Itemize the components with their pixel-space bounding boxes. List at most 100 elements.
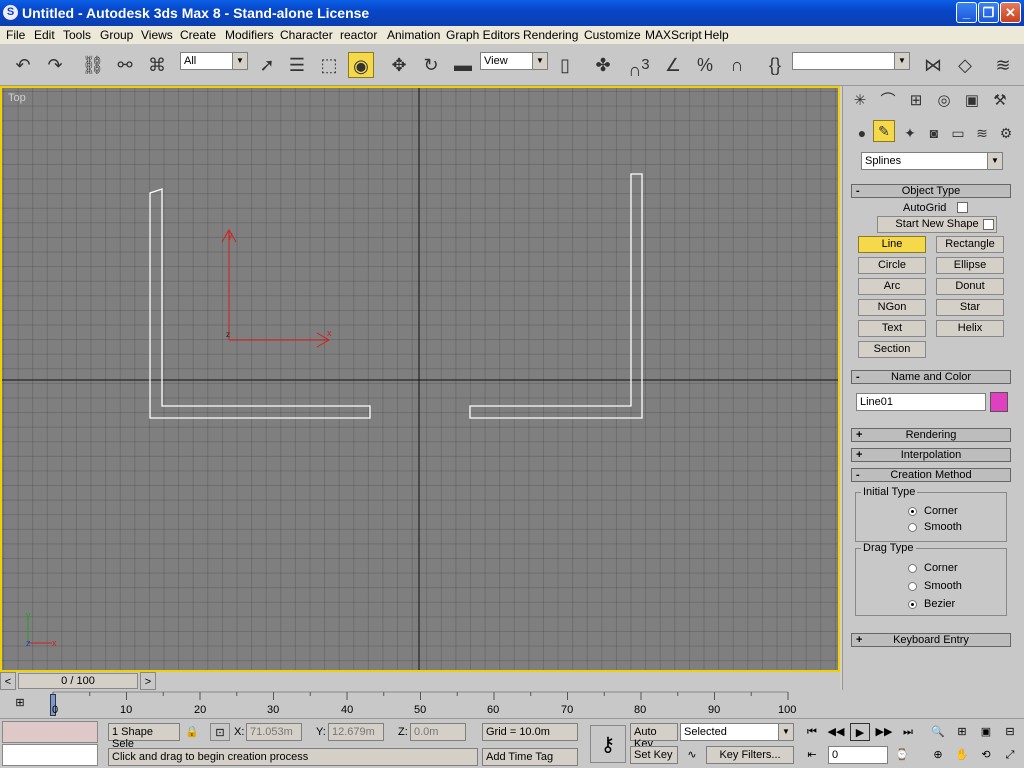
key-filters-button[interactable]: Key Filters... [706, 746, 794, 764]
lock-selection-icon[interactable]: 🔒 [182, 723, 202, 741]
snap-toggle-icon[interactable]: ∩3 [626, 52, 652, 80]
go-to-start-icon[interactable]: ⏮ [802, 723, 822, 741]
helix-button[interactable]: Helix [936, 320, 1004, 337]
create-tab-icon[interactable]: ✳ [847, 88, 873, 114]
hierarchy-tab-icon[interactable]: ⊞ [903, 88, 929, 114]
next-frame-arrow-icon[interactable]: > [140, 672, 156, 690]
autogrid-checkbox[interactable] [957, 202, 968, 213]
menu-help[interactable]: Help [704, 28, 729, 42]
zoom-extents-all-icon[interactable]: ⊟ [1000, 723, 1020, 741]
rectangular-selection-icon[interactable]: ⬚ [316, 52, 342, 78]
key-mode-toggle-icon[interactable]: ⇤ [802, 746, 822, 764]
set-key-button[interactable]: Set Key [630, 746, 678, 764]
systems-icon[interactable]: ⚙ [993, 120, 1019, 146]
time-slider-thumb[interactable]: 0 / 100 [18, 673, 138, 689]
zoom-icon[interactable]: 🔍 [928, 723, 948, 741]
key-mode-dropdown[interactable]: Selected ▼ [680, 723, 794, 741]
percent-snap-icon[interactable]: % [692, 52, 718, 78]
z-coord-field[interactable]: 0.0m [410, 723, 466, 741]
track-bar[interactable]: ⊞ 0 10 20 30 40 50 60 70 80 90 100 [0, 690, 1024, 718]
unlink-icon[interactable]: ⚯ [112, 52, 138, 78]
object-type-rollout[interactable]: - Object Type [851, 184, 1011, 198]
y-coord-field[interactable]: 12.679m [328, 723, 384, 741]
zoom-all-icon[interactable]: ⊞ [952, 723, 972, 741]
drag-bezier-radio[interactable] [908, 600, 917, 609]
bind-space-warp-icon[interactable]: ⌘ [144, 52, 170, 78]
menu-modifiers[interactable]: Modifiers [225, 28, 274, 42]
selection-filter-dropdown[interactable]: All ▼ [180, 52, 248, 70]
text-button[interactable]: Text [858, 320, 926, 337]
category-dropdown[interactable]: Splines ▼ [861, 152, 1003, 170]
window-crossing-icon[interactable]: ◉ [348, 52, 374, 78]
menu-views[interactable]: Views [141, 28, 173, 42]
prev-frame-arrow-icon[interactable]: < [0, 672, 16, 690]
pivot-center-icon[interactable]: ▯ [552, 52, 578, 78]
circle-button[interactable]: Circle [858, 257, 926, 274]
select-and-scale-icon[interactable]: ▬ [450, 52, 476, 78]
top-viewport[interactable]: Top x y z y x z [0, 86, 840, 672]
layer-manager-icon[interactable]: ≋ [990, 52, 1016, 78]
menu-file[interactable]: File [6, 28, 25, 42]
space-warps-icon[interactable]: ≋ [969, 120, 995, 146]
spline-shape-left[interactable] [149, 188, 371, 419]
drag-corner-radio[interactable] [908, 564, 917, 573]
menu-customize[interactable]: Customize [584, 28, 641, 42]
menu-character[interactable]: Character [280, 28, 333, 42]
menu-reactor[interactable]: reactor [340, 28, 377, 42]
named-selection-dropdown[interactable]: ▼ [792, 52, 910, 70]
ngon-button[interactable]: NGon [858, 299, 926, 316]
utilities-tab-icon[interactable]: ⚒ [987, 88, 1013, 114]
ellipse-button[interactable]: Ellipse [936, 257, 1004, 274]
start-new-shape-button[interactable]: Start New Shape [877, 216, 997, 233]
select-and-manipulate-icon[interactable]: ✤ [590, 52, 616, 78]
key-icon[interactable]: ⚷ [590, 725, 626, 763]
menu-graph-editors[interactable]: Graph Editors [446, 28, 520, 42]
shapes-icon[interactable]: ✎ [873, 120, 895, 142]
cameras-icon[interactable]: ◙ [921, 120, 947, 146]
minimize-button[interactable]: _ [956, 2, 977, 23]
line-button[interactable]: Line [858, 236, 926, 253]
next-frame-icon[interactable]: ▶▶ [874, 723, 894, 741]
menu-group[interactable]: Group [100, 28, 133, 42]
drag-smooth-radio[interactable] [908, 582, 917, 591]
go-to-end-icon[interactable]: ⏭ [898, 723, 918, 741]
initial-corner-radio[interactable] [908, 507, 917, 516]
star-button[interactable]: Star [936, 299, 1004, 316]
spinner-snap-icon[interactable]: ∩ [724, 52, 750, 78]
auto-key-button[interactable]: Auto Key [630, 723, 678, 750]
object-name-input[interactable]: Line01 [856, 393, 986, 411]
keyboard-entry-rollout[interactable]: + Keyboard Entry [851, 633, 1011, 647]
arc-rotate-icon[interactable]: ⟲ [976, 746, 996, 764]
maxscript-listener-mini[interactable] [2, 721, 98, 743]
display-tab-icon[interactable]: ▣ [959, 88, 985, 114]
key-tangent-icon[interactable]: ∿ [682, 746, 702, 764]
donut-button[interactable]: Donut [936, 278, 1004, 295]
pan-icon[interactable]: ✋ [952, 746, 972, 764]
motion-tab-icon[interactable]: ◎ [931, 88, 957, 114]
lights-icon[interactable]: ✦ [897, 120, 923, 146]
menu-create[interactable]: Create [180, 28, 216, 42]
menu-maxscript[interactable]: MAXScript [645, 28, 702, 42]
current-frame-field[interactable]: 0 [828, 746, 888, 764]
select-by-name-icon[interactable]: ☰ [284, 52, 310, 78]
rendering-rollout[interactable]: + Rendering [851, 428, 1011, 442]
maximize-button[interactable]: ❐ [978, 2, 999, 23]
select-and-rotate-icon[interactable]: ↻ [418, 52, 444, 78]
mirror-icon[interactable]: ⋈ [920, 52, 946, 78]
object-color-swatch[interactable] [990, 392, 1008, 412]
maxscript-output-mini[interactable] [2, 744, 98, 766]
arc-button[interactable]: Arc [858, 278, 926, 295]
time-configuration-icon[interactable]: ⌚ [892, 746, 912, 764]
reference-coord-dropdown[interactable]: View ▼ [480, 52, 548, 70]
angle-snap-icon[interactable]: ∠ [660, 52, 686, 78]
menu-tools[interactable]: Tools [63, 28, 91, 42]
undo-icon[interactable]: ↶ [10, 52, 36, 78]
start-new-shape-checkbox[interactable] [983, 219, 994, 230]
zoom-extents-icon[interactable]: ▣ [976, 723, 996, 741]
select-object-icon[interactable]: ➚ [254, 52, 280, 78]
add-time-tag-button[interactable]: Add Time Tag [482, 748, 578, 766]
region-zoom-icon[interactable]: ⊕ [928, 746, 948, 764]
maximize-viewport-icon[interactable]: ⤢ [1000, 746, 1020, 764]
spline-shape-right[interactable] [469, 173, 643, 419]
select-and-link-icon[interactable]: ⛓ [80, 52, 106, 78]
